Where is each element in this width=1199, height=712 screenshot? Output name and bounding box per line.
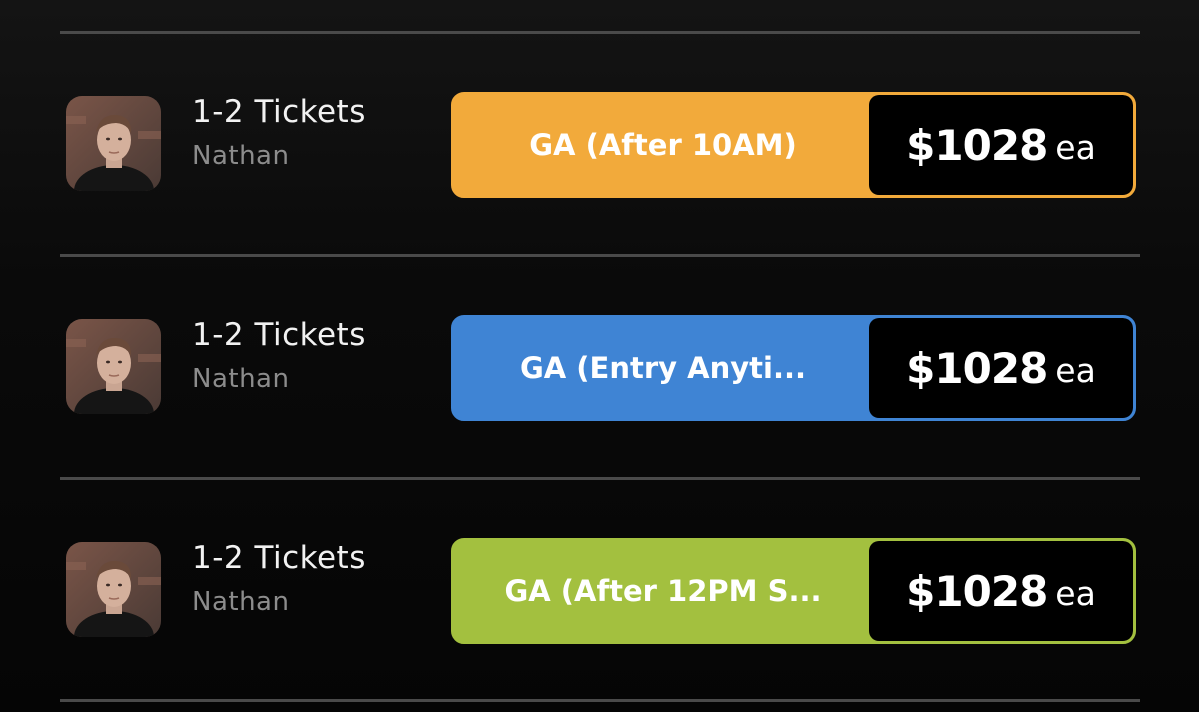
listing-row[interactable]: 1-2 Tickets Nathan GA (After 12PM S... $…: [0, 538, 1199, 648]
price-unit: ea: [1055, 350, 1096, 390]
ticket-quantity: 1-2 Tickets: [192, 540, 366, 576]
divider: [60, 254, 1140, 257]
seller-name: Nathan: [192, 587, 290, 617]
seller-avatar: [66, 96, 161, 191]
divider: [60, 699, 1140, 702]
ticket-option-button[interactable]: GA (After 12PM S... $1028 ea: [451, 538, 1136, 644]
seller-name: Nathan: [192, 364, 290, 394]
price-unit: ea: [1055, 127, 1096, 167]
divider: [60, 31, 1140, 34]
price-unit: ea: [1055, 573, 1096, 613]
price-box: $1028 ea: [869, 541, 1133, 641]
divider: [60, 477, 1140, 480]
seller-avatar: [66, 542, 161, 637]
ticket-option-button[interactable]: GA (Entry Anyti... $1028 ea: [451, 315, 1136, 421]
ticket-type-label: GA (After 10AM): [529, 128, 797, 162]
price-box: $1028 ea: [869, 318, 1133, 418]
ticket-quantity: 1-2 Tickets: [192, 94, 366, 130]
ticket-type-label: GA (Entry Anyti...: [519, 351, 807, 385]
ticket-quantity: 1-2 Tickets: [192, 317, 366, 353]
price-amount: $1028: [906, 343, 1048, 393]
listing-row[interactable]: 1-2 Tickets Nathan GA (After 10AM) $1028…: [0, 92, 1199, 202]
price-amount: $1028: [906, 566, 1048, 616]
price-box: $1028 ea: [869, 95, 1133, 195]
seller-name: Nathan: [192, 141, 290, 171]
price-amount: $1028: [906, 120, 1048, 170]
seller-avatar: [66, 319, 161, 414]
ticket-type-label: GA (After 12PM S...: [504, 574, 822, 608]
ticket-option-button[interactable]: GA (After 10AM) $1028 ea: [451, 92, 1136, 198]
ticket-listings: 1-2 Tickets Nathan GA (After 10AM) $1028…: [0, 0, 1199, 712]
listing-row[interactable]: 1-2 Tickets Nathan GA (Entry Anyti... $1…: [0, 315, 1199, 425]
